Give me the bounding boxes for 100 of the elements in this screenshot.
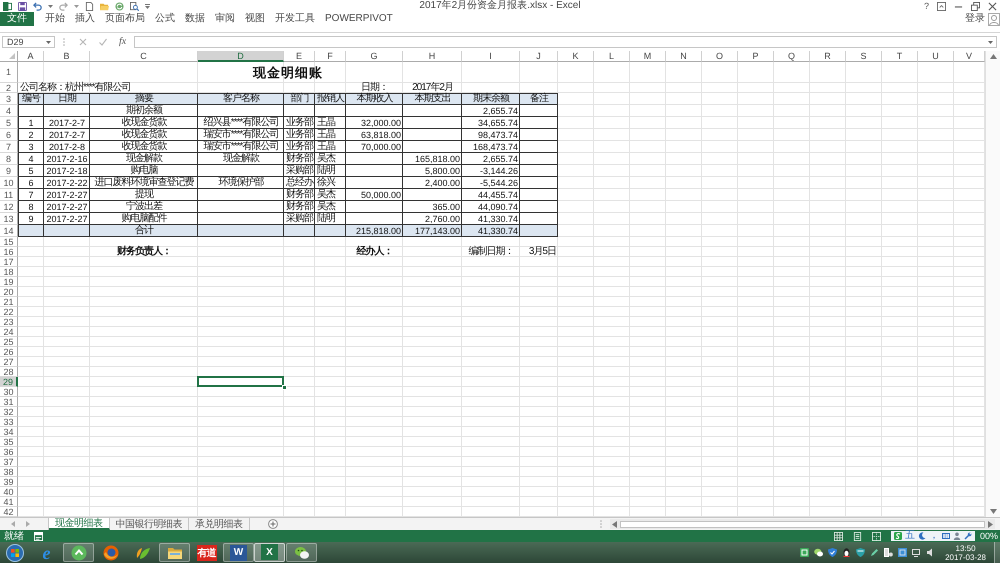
row-header[interactable]: 40 <box>0 487 18 497</box>
close-icon[interactable] <box>988 2 997 10</box>
column-header[interactable]: D <box>198 51 284 62</box>
row-header[interactable]: 29 <box>0 377 18 387</box>
sheet-tab[interactable]: 现金明细表 <box>49 518 110 530</box>
row-header[interactable]: 42 <box>0 507 18 517</box>
row-header[interactable]: 2 <box>0 83 18 93</box>
vertical-scrollbar[interactable] <box>985 51 1000 517</box>
row-header[interactable]: 21 <box>0 297 18 307</box>
page-break-view-icon[interactable] <box>872 532 881 540</box>
column-header[interactable]: I <box>462 51 520 62</box>
taskbar-button[interactable] <box>63 543 94 562</box>
ribbon-tab[interactable]: 插入 <box>70 12 100 26</box>
clock-time[interactable]: 13:50 <box>956 544 976 552</box>
moon-icon[interactable] <box>918 532 926 540</box>
undo-icon[interactable] <box>33 2 42 10</box>
ribbon-tab[interactable]: 开发工具 <box>270 12 320 26</box>
device-icon[interactable] <box>884 548 894 557</box>
help-button[interactable]: ? <box>924 1 929 11</box>
swirl-logo-icon[interactable] <box>894 532 902 540</box>
penguin-icon[interactable] <box>842 548 852 557</box>
row-header[interactable]: 34 <box>0 427 18 437</box>
row-header[interactable]: 6 <box>0 129 18 141</box>
column-header[interactable]: V <box>954 51 985 62</box>
customize-toolbar-icon[interactable] <box>145 4 150 8</box>
row-header[interactable]: 8 <box>0 153 18 165</box>
row-header[interactable]: 28 <box>0 367 18 377</box>
caret-icon[interactable] <box>74 4 79 8</box>
page-layout-view-icon[interactable] <box>852 532 862 540</box>
start-orb-icon[interactable] <box>6 544 24 562</box>
ribbon-tab[interactable]: 开始 <box>40 12 70 26</box>
scroll-thumb[interactable] <box>620 520 985 528</box>
row-header[interactable]: 1 <box>0 62 18 83</box>
macro-record-icon[interactable] <box>34 532 43 540</box>
row-header[interactable]: 12 <box>0 201 18 213</box>
row-header[interactable]: 37 <box>0 457 18 467</box>
ribbon-tab[interactable]: 数据 <box>180 12 210 26</box>
name-box[interactable]: D29 <box>2 36 55 48</box>
row-header[interactable]: 19 <box>0 277 18 287</box>
column-header[interactable]: A <box>18 51 44 62</box>
row-header[interactable]: 3 <box>0 93 18 105</box>
formula-input[interactable] <box>134 36 997 48</box>
ribbon-tab[interactable]: POWERPIVOT <box>320 12 398 26</box>
person-icon[interactable] <box>952 532 961 540</box>
row-header[interactable]: 4 <box>0 105 18 117</box>
row-header[interactable]: 7 <box>0 141 18 153</box>
taskbar-button[interactable] <box>159 543 190 562</box>
row-header[interactable]: 27 <box>0 357 18 367</box>
save-icon[interactable] <box>18 2 27 10</box>
punctuation-mode-text[interactable]: ， <box>928 531 939 541</box>
row-header[interactable]: 18 <box>0 267 18 277</box>
column-header[interactable]: B <box>44 51 90 62</box>
scroll-right-icon[interactable] <box>988 520 993 528</box>
row-header[interactable]: 9 <box>0 165 18 177</box>
shield-icon[interactable] <box>828 548 838 557</box>
scroll-down-icon[interactable] <box>990 509 996 514</box>
monitor-icon[interactable] <box>912 548 922 557</box>
taskbar-button[interactable]: 有道 <box>191 543 222 562</box>
column-header[interactable]: Q <box>774 51 810 62</box>
row-header[interactable]: 5 <box>0 117 18 129</box>
column-header[interactable]: O <box>702 51 738 62</box>
row-header[interactable]: 33 <box>0 417 18 427</box>
column-header[interactable]: U <box>918 51 954 62</box>
caret-icon[interactable] <box>988 40 993 44</box>
normal-view-icon[interactable] <box>834 532 843 540</box>
taskbar-button[interactable]: X <box>254 542 285 562</box>
column-header[interactable]: P <box>738 51 774 62</box>
restore-icon[interactable] <box>971 2 980 10</box>
add-sheet-icon[interactable] <box>268 519 278 529</box>
row-header[interactable]: 11 <box>0 189 18 201</box>
clock-date[interactable]: 2017-03-28 <box>945 552 986 562</box>
column-header[interactable]: S <box>846 51 882 62</box>
column-header[interactable]: N <box>666 51 702 62</box>
row-header[interactable]: 20 <box>0 287 18 297</box>
column-header[interactable]: M <box>630 51 666 62</box>
ribbon-tab[interactable]: 审阅 <box>210 12 240 26</box>
scroll-up-icon[interactable] <box>990 54 996 59</box>
row-header[interactable]: 36 <box>0 447 18 457</box>
keyboard-icon[interactable] <box>942 532 950 540</box>
row-header[interactable]: 26 <box>0 347 18 357</box>
shield-icon[interactable] <box>856 548 866 557</box>
row-header[interactable]: 17 <box>0 257 18 267</box>
row-header[interactable]: 38 <box>0 467 18 477</box>
ribbon-tab[interactable]: 视图 <box>240 12 270 26</box>
column-header[interactable]: G <box>346 51 403 62</box>
refresh-icon[interactable] <box>115 2 124 10</box>
check-icon[interactable] <box>99 38 107 46</box>
column-header[interactable]: T <box>882 51 918 62</box>
fill-handle[interactable] <box>282 385 287 390</box>
column-header[interactable]: H <box>403 51 462 62</box>
wrench-icon[interactable] <box>964 532 972 540</box>
caret-icon[interactable] <box>46 40 51 44</box>
column-header[interactable]: R <box>810 51 846 62</box>
new-document-icon[interactable] <box>85 2 94 10</box>
taskbar-button[interactable] <box>286 543 317 562</box>
row-header[interactable]: 39 <box>0 477 18 487</box>
row-header[interactable]: 41 <box>0 497 18 507</box>
row-header[interactable]: 14 <box>0 225 18 237</box>
row-header[interactable]: 23 <box>0 317 18 327</box>
scroll-left-icon[interactable] <box>612 520 617 528</box>
